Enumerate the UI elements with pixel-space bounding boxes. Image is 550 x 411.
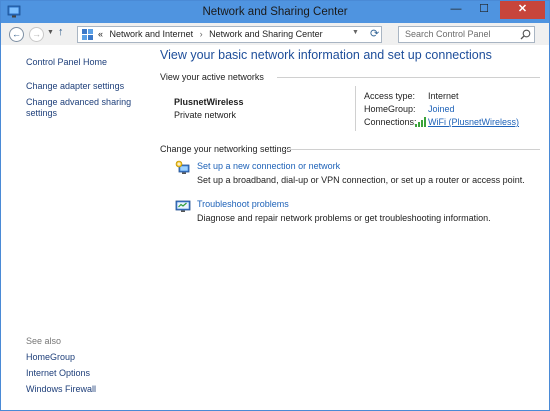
- active-networks-heading: View your active networks: [160, 72, 264, 82]
- breadcrumb-network-and-sharing-center[interactable]: Network and Sharing Center: [209, 29, 323, 39]
- set-up-new-connection-description: Set up a broadband, dial-up or VPN conne…: [197, 175, 525, 185]
- address-bar[interactable]: « › Network and Internet › Network and S…: [77, 26, 382, 43]
- access-type-label: Access type:: [364, 91, 416, 101]
- refresh-icon[interactable]: ⟳: [370, 27, 379, 40]
- recent-pages-chevron-icon[interactable]: ▼: [47, 29, 54, 36]
- breadcrumb-separator-2[interactable]: ›: [196, 29, 207, 39]
- set-up-new-connection-link[interactable]: Set up a new connection or network: [197, 161, 340, 171]
- title-bar[interactable]: Network and Sharing Center — ☐ ✕: [1, 1, 549, 23]
- internet-options-link[interactable]: Internet Options: [26, 368, 90, 379]
- wifi-signal-icon: [415, 117, 426, 127]
- navigation-bar: ← → ▼ ↑ « › Network and Internet › Netwo…: [1, 23, 549, 45]
- connections-label: Connections:: [364, 117, 417, 127]
- network-divider: [355, 86, 356, 131]
- back-button[interactable]: ←: [9, 27, 24, 42]
- change-adapter-settings-link[interactable]: Change adapter settings: [26, 81, 124, 92]
- breadcrumb-network-and-internet[interactable]: Network and Internet: [106, 29, 194, 39]
- minimize-button[interactable]: —: [443, 1, 469, 19]
- maximize-button[interactable]: ☐: [471, 1, 497, 19]
- control-panel-home-link[interactable]: Control Panel Home: [26, 57, 107, 68]
- control-panel-icon: [82, 29, 93, 40]
- change-advanced-sharing-link-continued[interactable]: settings: [26, 108, 57, 119]
- search-box[interactable]: Search Control Panel: [398, 26, 535, 43]
- access-type-value: Internet: [428, 91, 459, 101]
- wifi-connection-link[interactable]: WiFi (PlusnetWireless): [428, 117, 519, 127]
- breadcrumb: « › Network and Internet › Network and S…: [98, 27, 323, 42]
- content-area: Control Panel Home Change adapter settin…: [1, 45, 549, 410]
- network-name: PlusnetWireless: [174, 97, 244, 107]
- homegroup-label: HomeGroup:: [364, 104, 416, 114]
- new-connection-icon: [175, 160, 190, 174]
- network-type: Private network: [174, 110, 237, 120]
- section-divider: [284, 149, 540, 150]
- up-button[interactable]: ↑: [58, 26, 64, 38]
- troubleshoot-problems-description: Diagnose and repair network problems or …: [197, 213, 491, 223]
- see-also-label: See also: [26, 336, 62, 346]
- main-panel: View your basic network information and …: [153, 45, 549, 410]
- search-icon[interactable]: [520, 29, 531, 40]
- page-title: View your basic network information and …: [160, 48, 492, 62]
- window: Network and Sharing Center — ☐ ✕ ← → ▼ ↑…: [0, 0, 550, 411]
- breadcrumb-overflow[interactable]: «: [98, 29, 103, 39]
- change-advanced-sharing-link[interactable]: Change advanced sharing: [26, 97, 131, 108]
- section-divider: [277, 77, 540, 78]
- address-dropdown-chevron-icon[interactable]: ▼: [352, 29, 359, 36]
- troubleshoot-problems-link[interactable]: Troubleshoot problems: [197, 199, 289, 209]
- forward-button[interactable]: →: [29, 27, 44, 42]
- homegroup-link[interactable]: HomeGroup: [26, 352, 75, 363]
- search-placeholder: Search Control Panel: [405, 29, 491, 39]
- networking-settings-heading: Change your networking settings: [160, 144, 292, 154]
- troubleshoot-icon: [175, 200, 191, 212]
- close-button[interactable]: ✕: [500, 1, 545, 19]
- windows-firewall-link[interactable]: Windows Firewall: [26, 384, 96, 395]
- homegroup-status-link[interactable]: Joined: [428, 104, 455, 114]
- sidebar: Control Panel Home Change adapter settin…: [1, 45, 153, 410]
